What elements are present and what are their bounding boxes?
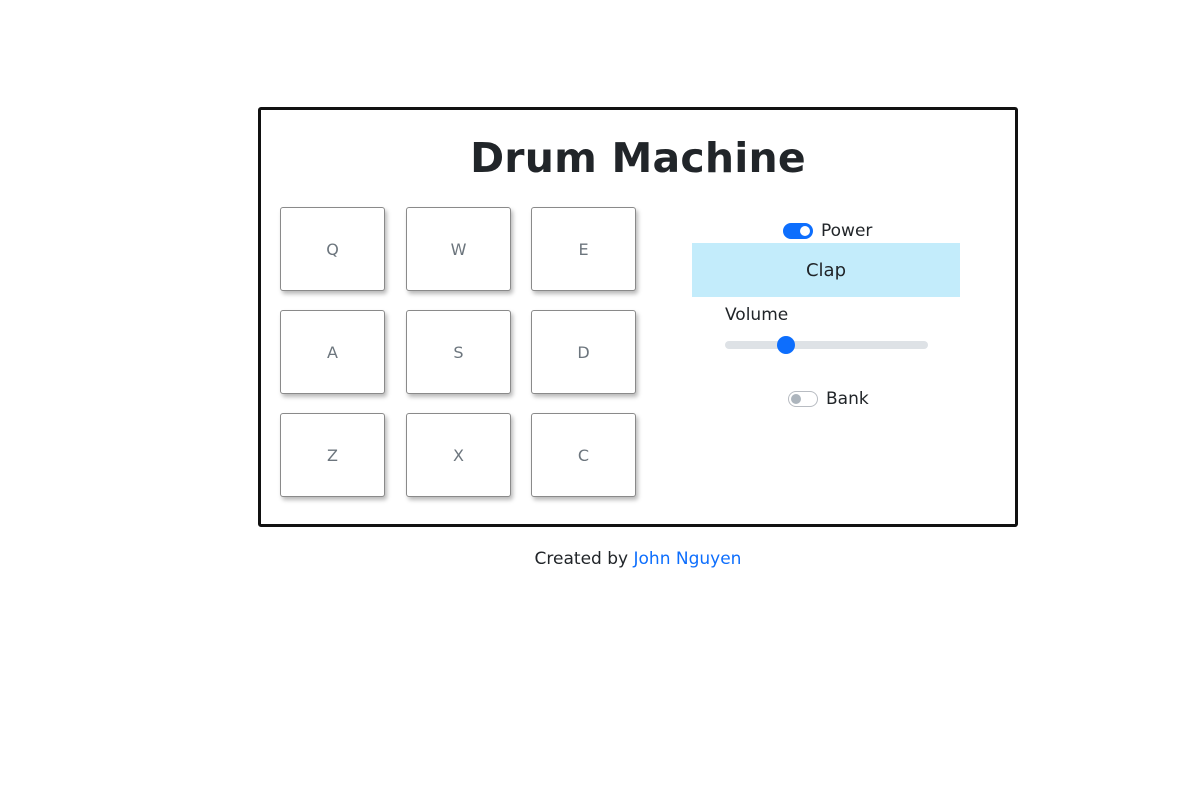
drum-pad-a[interactable]: A <box>280 310 385 394</box>
drum-pad-s[interactable]: S <box>406 310 511 394</box>
volume-slider[interactable] <box>725 336 928 354</box>
drum-pad-w[interactable]: W <box>406 207 511 291</box>
bank-label: Bank <box>826 389 869 409</box>
power-control: Power <box>783 221 872 241</box>
volume-slider-track[interactable] <box>725 341 928 349</box>
drum-pad-c[interactable]: C <box>531 413 636 497</box>
drum-machine-container: Drum Machine Q W E A S D Z X C Power Cla… <box>258 107 1018 527</box>
page-title: Drum Machine <box>470 134 806 182</box>
drum-pad-x[interactable]: X <box>406 413 511 497</box>
bank-toggle[interactable] <box>788 391 818 407</box>
volume-label: Volume <box>725 305 789 325</box>
drum-pad-z[interactable]: Z <box>280 413 385 497</box>
power-label: Power <box>821 221 873 241</box>
author-link[interactable]: John Nguyen <box>634 549 742 569</box>
sound-display: Clap <box>692 243 960 297</box>
drum-pad-grid: Q W E A S D Z X C <box>280 207 640 499</box>
footer-prefix: Created by <box>534 549 629 569</box>
drum-pad-q[interactable]: Q <box>280 207 385 291</box>
volume-slider-thumb[interactable] <box>776 336 795 354</box>
drum-pad-e[interactable]: E <box>531 207 636 291</box>
power-toggle[interactable] <box>783 223 813 239</box>
drum-pad-d[interactable]: D <box>531 310 636 394</box>
footer-credit: Created by John Nguyen <box>0 549 1200 569</box>
bank-toggle-knob <box>791 394 801 404</box>
power-toggle-knob <box>800 226 810 236</box>
bank-control: Bank <box>788 389 869 409</box>
page-root: Drum Machine Q W E A S D Z X C Power Cla… <box>0 0 1200 800</box>
